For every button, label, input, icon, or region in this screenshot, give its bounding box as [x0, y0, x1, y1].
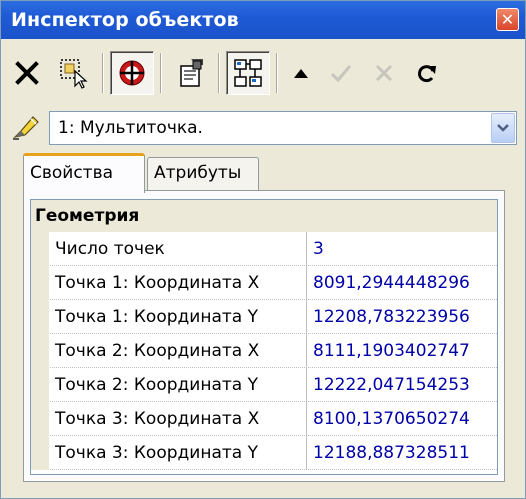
property-name: Точка 2: Координата X	[49, 334, 307, 368]
property-value[interactable]: 8091,2944448296	[309, 266, 497, 300]
property-row[interactable]: Точка 3: Координата Y 12188,887328511	[31, 436, 497, 470]
property-row[interactable]: Точка 3: Координата X 8100,1370650274	[31, 402, 497, 436]
refresh-icon	[418, 65, 436, 83]
toolbar-separator	[102, 53, 104, 93]
row-gutter	[31, 266, 49, 300]
property-row[interactable]: Точка 1: Координата X 8091,2944448296	[31, 266, 497, 300]
tab-strip: Свойства Атрибуты	[23, 153, 523, 193]
property-value[interactable]: 12222,047154253	[309, 368, 497, 402]
toolbar-separator	[276, 53, 278, 93]
property-row[interactable]: Точка 1: Координата Y 12208,783223956	[31, 300, 497, 334]
move-up-button[interactable]	[284, 51, 318, 95]
property-row[interactable]: Точка 2: Координата Y 12222,047154253	[31, 368, 497, 402]
property-name: Точка 3: Координата Y	[49, 436, 307, 470]
property-name: Число точек	[49, 232, 307, 266]
property-value[interactable]: 3	[309, 232, 497, 266]
apply-button[interactable]	[321, 51, 361, 95]
property-row[interactable]: Число точек 3	[31, 232, 497, 266]
toolbar-separator	[218, 53, 220, 93]
section-header-geometry[interactable]: Геометрия	[31, 200, 497, 232]
property-name: Точка 3: Координата X	[49, 402, 307, 436]
object-select[interactable]: 1: Мультиточка.	[49, 111, 517, 145]
apply-check-icon	[330, 65, 352, 83]
property-name: Точка 1: Координата Y	[49, 300, 307, 334]
properties-button[interactable]	[168, 51, 212, 95]
row-gutter	[31, 300, 49, 334]
row-gutter	[31, 436, 49, 470]
property-rows: Число точек 3 Точка 1: Координата X 8091,29…	[31, 232, 497, 470]
select-area-button[interactable]	[52, 51, 96, 95]
cancel-button[interactable]	[364, 51, 404, 95]
toolbar-separator	[160, 53, 162, 93]
row-gutter	[31, 368, 49, 402]
target-button[interactable]	[110, 51, 154, 95]
chevron-down-icon	[497, 124, 509, 132]
cancel-x-icon	[375, 64, 393, 82]
window-title: Инспектор объектов	[11, 9, 239, 31]
row-gutter	[31, 232, 49, 266]
tab-properties[interactable]: Свойства	[23, 153, 145, 193]
delete-button[interactable]	[5, 51, 49, 95]
row-gutter	[31, 334, 49, 368]
refresh-button[interactable]	[407, 51, 447, 95]
tree-structure-icon	[234, 59, 262, 87]
tree-structure-button[interactable]	[226, 51, 270, 95]
title-bar[interactable]: Инспектор объектов ✕	[1, 1, 525, 39]
row-gutter	[31, 402, 49, 436]
object-select-row: 1: Мультиточка.	[9, 107, 519, 147]
delete-x-icon	[15, 61, 39, 85]
property-name: Точка 2: Координата Y	[49, 368, 307, 402]
highlight-pencil-icon[interactable]	[11, 113, 41, 141]
property-value[interactable]: 8100,1370650274	[309, 402, 497, 436]
toolbar	[5, 44, 521, 102]
property-value[interactable]: 8111,1903402747	[309, 334, 497, 368]
close-button[interactable]: ✕	[496, 8, 519, 31]
select-area-icon	[60, 59, 88, 89]
move-up-triangle-icon	[294, 69, 308, 78]
property-row[interactable]: Точка 2: Координата X 8111,1903402747	[31, 334, 497, 368]
property-grid: Геометрия Число точек 3 Точка 1: Координат…	[30, 199, 498, 475]
target-crosshair-icon	[119, 60, 145, 86]
dropdown-button[interactable]	[491, 113, 515, 143]
property-value[interactable]: 12208,783223956	[309, 300, 497, 334]
properties-panel: Геометрия Число точек 3 Точка 1: Координат…	[23, 190, 505, 482]
property-name: Точка 1: Координата X	[49, 266, 307, 300]
close-icon: ✕	[500, 10, 515, 29]
object-select-value: 1: Мультиточка.	[58, 118, 203, 138]
object-inspector-window: Инспектор объектов ✕ 1: Мультиточка. Сво…	[0, 0, 526, 499]
tab-attributes[interactable]: Атрибуты	[147, 157, 259, 191]
property-value[interactable]: 12188,887328511	[309, 436, 497, 470]
properties-card-icon	[180, 59, 203, 87]
